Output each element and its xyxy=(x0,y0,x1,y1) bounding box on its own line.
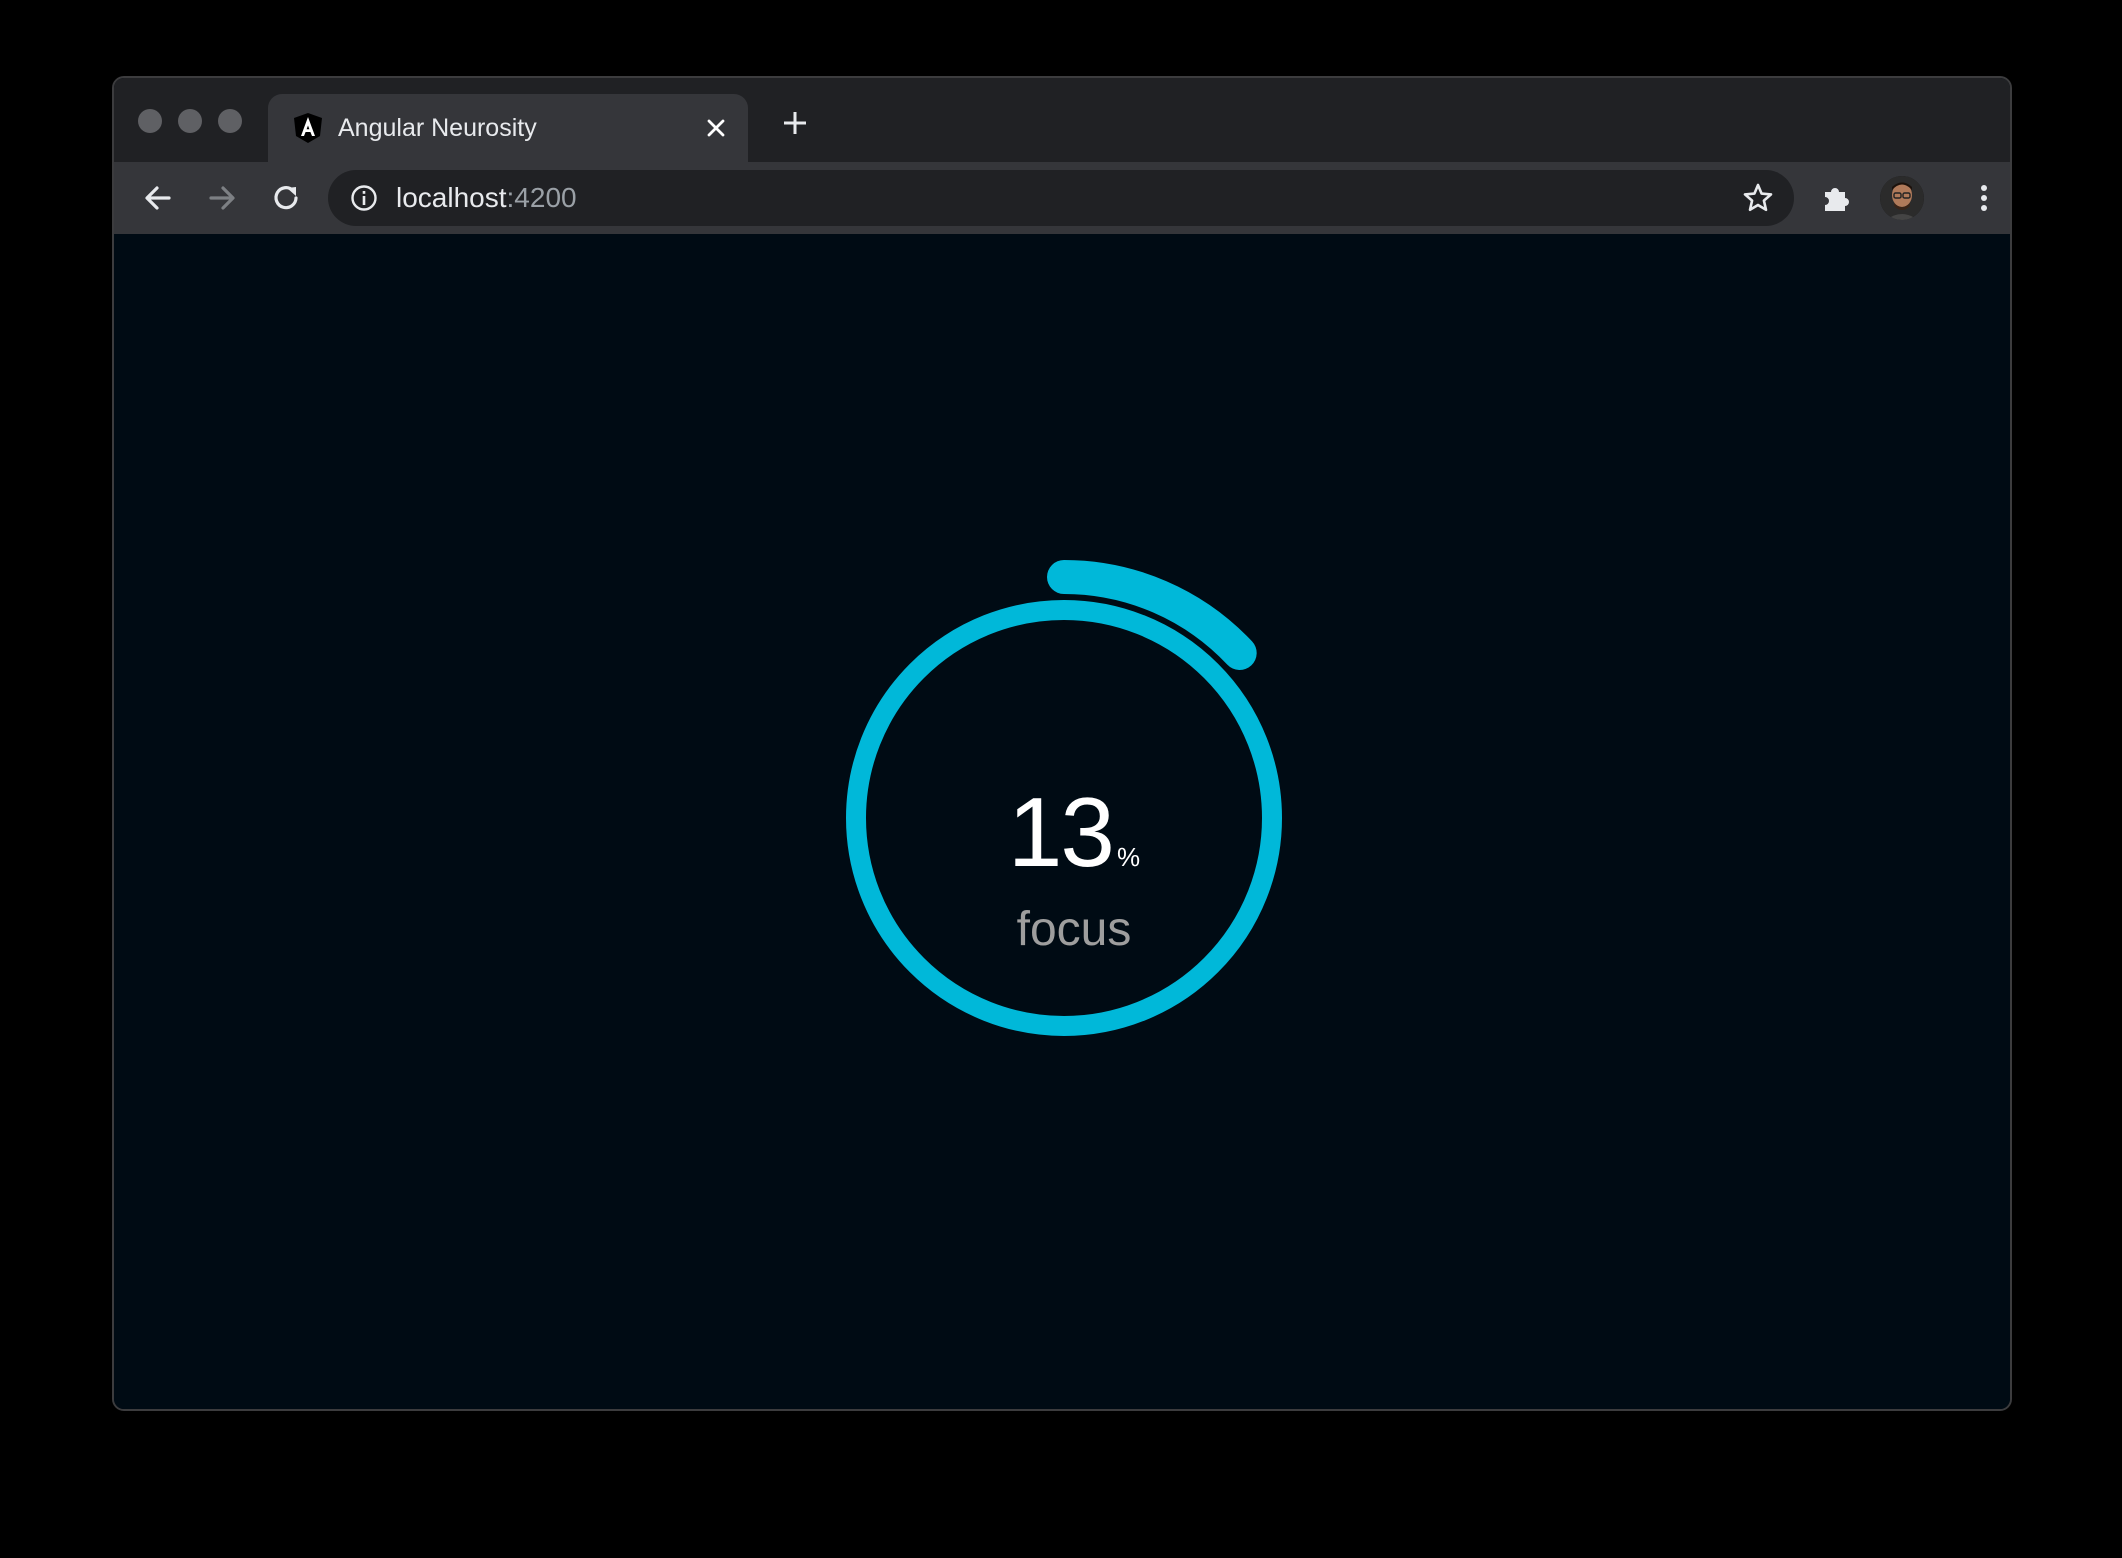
title-bar: Angular Neurosity xyxy=(114,78,2010,162)
new-tab-icon[interactable] xyxy=(780,108,810,138)
url-host: localhost xyxy=(396,182,507,213)
arrow-right-icon[interactable] xyxy=(204,180,240,216)
browser-tab[interactable]: Angular Neurosity xyxy=(268,94,748,162)
url-port: :4200 xyxy=(506,182,577,213)
star-icon[interactable] xyxy=(1742,182,1774,214)
arrow-left-icon[interactable] xyxy=(140,180,176,216)
gauge-value-row: 13% xyxy=(924,782,1224,907)
minimize-window-button[interactable] xyxy=(178,109,202,133)
reload-icon[interactable] xyxy=(268,180,304,216)
toolbar: localhost:4200 xyxy=(114,162,2010,234)
info-icon[interactable] xyxy=(350,184,378,212)
avatar[interactable] xyxy=(1880,176,1924,220)
close-window-button[interactable] xyxy=(138,109,162,133)
tab-title: Angular Neurosity xyxy=(338,114,537,142)
close-tab-icon[interactable] xyxy=(702,114,730,142)
kebab-menu-icon[interactable] xyxy=(1966,180,2002,216)
gauge-value: 13 xyxy=(1007,777,1115,887)
address-bar[interactable]: localhost:4200 xyxy=(328,170,1794,226)
browser-window: Angular Neurosity localhost:4200 13 % fo… xyxy=(112,76,2012,1411)
url-text[interactable]: localhost:4200 xyxy=(396,182,577,214)
maximize-window-button[interactable] xyxy=(218,109,242,133)
puzzle-icon[interactable] xyxy=(1820,180,1856,216)
gauge-readout: 13% focus xyxy=(924,782,1224,955)
profile-picture-icon xyxy=(1880,176,1924,220)
gauge-unit: % xyxy=(1116,842,1141,872)
page-content: 13% focus xyxy=(114,234,2010,1409)
angular-icon xyxy=(294,113,322,143)
gauge-label: focus xyxy=(1016,903,1132,956)
